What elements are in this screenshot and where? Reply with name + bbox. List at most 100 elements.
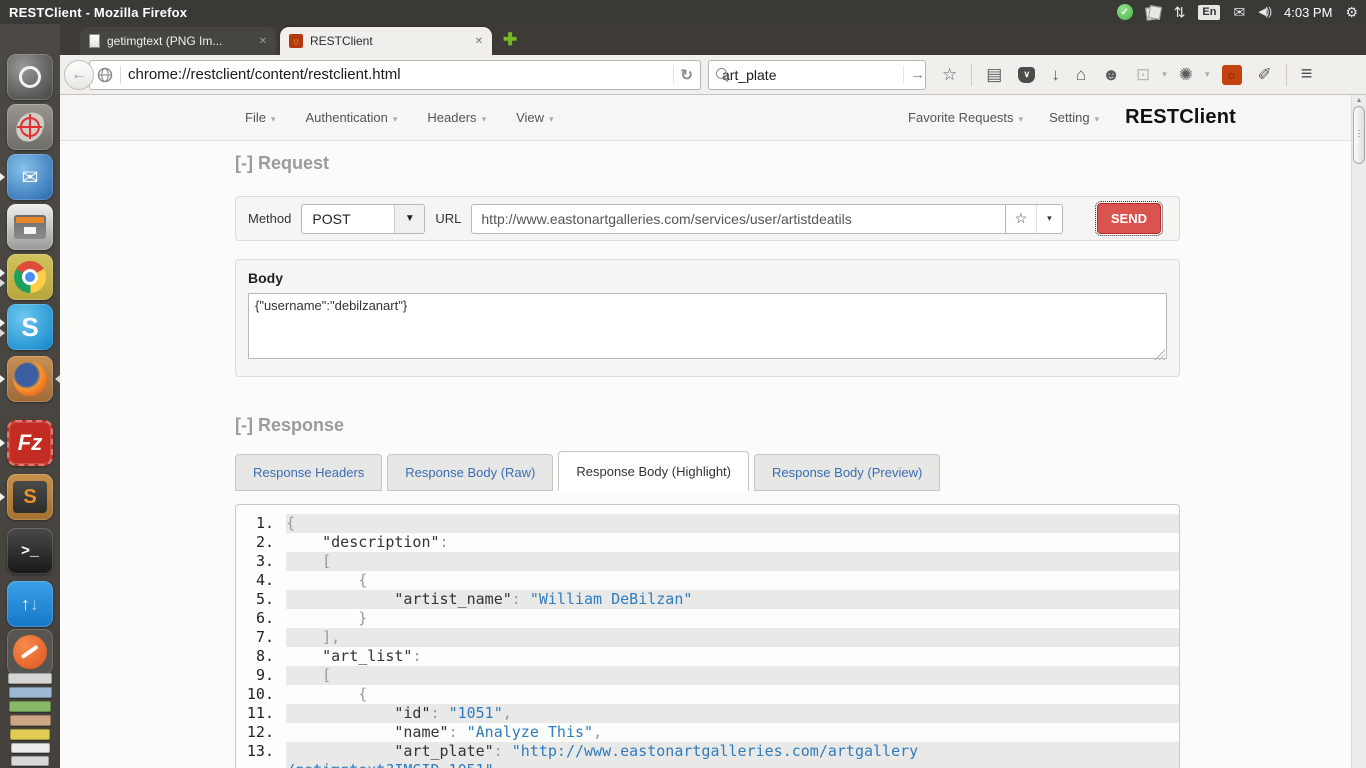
focused-app-arrow [55, 375, 60, 383]
running-pip [0, 375, 5, 383]
code-line: 2. "description": [236, 533, 1179, 552]
vertical-scrollbar[interactable]: ▲ [1351, 95, 1366, 768]
response-tabs: Response Headers Response Body (Raw) Res… [235, 451, 1180, 491]
chevron-down-icon[interactable]: ▾ [1036, 205, 1062, 233]
method-label: Method [248, 211, 291, 226]
scrollbar-thumb[interactable] [1353, 106, 1365, 164]
chevron-down-icon: ▾ [271, 114, 276, 124]
code-line: 11. "id": "1051", [236, 704, 1179, 723]
favorite-star-icon[interactable]: ☆ [1006, 205, 1036, 233]
url-input[interactable] [128, 66, 673, 83]
select-caret-icon[interactable]: ▼ [394, 205, 424, 233]
code-line: 9. [ [236, 666, 1179, 685]
menu-setting[interactable]: Setting▾ [1049, 110, 1099, 125]
tab-response-body-highlight[interactable]: Response Body (Highlight) [558, 451, 749, 491]
tab-response-body-raw[interactable]: Response Body (Raw) [387, 454, 553, 491]
globe-icon [97, 67, 113, 83]
clipboard-icon[interactable]: ▤ [978, 66, 1010, 83]
system-tray: ✓ ⇅ En ✉ ◀)) 4:03 PM ⚙ [1117, 4, 1366, 20]
code-rows: 1.{2. "description":3. [4. {5. "artist_n… [236, 514, 1179, 768]
clock[interactable]: 4:03 PM [1284, 5, 1332, 20]
network-arrows-icon[interactable]: ⇅ [1174, 5, 1186, 19]
running-pip [0, 439, 5, 447]
tab-response-body-preview[interactable]: Response Body (Preview) [754, 454, 940, 491]
window-stack-icon[interactable] [7, 670, 53, 768]
back-button[interactable]: ← [64, 60, 94, 90]
divider [1286, 64, 1287, 86]
chevron-down-icon[interactable]: ▾ [1158, 70, 1171, 79]
firefox-tab-bar: getimgtext (PNG Im... ✕ ☼ RESTClient ✕ ✚ [60, 24, 1366, 55]
menu-view[interactable]: View▾ [516, 110, 553, 125]
thunderbird-icon[interactable]: ✉ [7, 154, 53, 200]
send-button[interactable]: SEND [1097, 203, 1161, 234]
method-select[interactable]: POST ▼ [301, 204, 425, 234]
divider [971, 64, 972, 86]
feedback-smiley-icon[interactable]: ☻ [1094, 66, 1128, 83]
request-url-group: ☆ ▾ [471, 204, 1062, 234]
code-line: 5. "artist_name": "William DeBilzan" [236, 590, 1179, 609]
chrome-icon[interactable] [7, 254, 53, 300]
skype-status-icon[interactable]: ✓ [1117, 4, 1133, 20]
pen-tool-icon[interactable]: ✐ [1250, 66, 1280, 83]
scroll-up-icon[interactable]: ▲ [1352, 95, 1366, 104]
network-transfer-icon[interactable]: ↑↓ [7, 581, 53, 627]
restclient-page: [-] Request Method POST ▼ URL ☆ ▾ [60, 141, 1366, 768]
search-bar[interactable]: → [708, 60, 926, 90]
session-gear-icon[interactable]: ⚙ [1345, 5, 1358, 19]
response-section-title[interactable]: [-] Response [235, 415, 1180, 436]
menu-headers[interactable]: Headers▾ [427, 110, 486, 125]
sublime-text-icon[interactable]: S [7, 474, 53, 520]
menu-authentication[interactable]: Authentication▾ [305, 110, 397, 125]
keyboard-layout-indicator[interactable]: En [1198, 5, 1220, 20]
chevron-down-icon[interactable]: ▾ [1201, 70, 1214, 79]
code-line: /getimgtext?IMGID=1051", [236, 761, 1179, 768]
home-icon[interactable]: ⌂ [1068, 66, 1094, 83]
search-go-icon[interactable]: → [903, 66, 925, 83]
terminal-icon[interactable]: >_ [7, 528, 53, 574]
volume-icon[interactable]: ◀)) [1258, 7, 1271, 18]
screenshot-target-icon[interactable] [7, 104, 53, 150]
stack-item [8, 673, 52, 684]
tab-close-icon[interactable]: ✕ [259, 36, 267, 47]
search-input[interactable] [722, 67, 903, 83]
sublime-logo: S [13, 481, 47, 513]
url-bar[interactable]: ↻ [89, 60, 701, 90]
code-line: 12. "name": "Analyze This", [236, 723, 1179, 742]
running-pip [0, 319, 5, 327]
body-textarea[interactable] [248, 293, 1167, 359]
pocket-icon[interactable]: ∨ [1018, 67, 1035, 83]
file-archive-icon[interactable] [7, 204, 53, 250]
menu-favorite-requests[interactable]: Favorite Requests▾ [908, 110, 1023, 125]
restclient-favicon: ☼ [289, 34, 303, 48]
restclient-menu-bar: File▾ Authentication▾ Headers▾ View▾ Fav… [60, 95, 1366, 141]
menu-hamburger-icon[interactable]: ≡ [1293, 63, 1321, 86]
tab-close-icon[interactable]: ✕ [475, 36, 483, 47]
running-pip [0, 279, 5, 287]
new-tab-button[interactable]: ✚ [503, 30, 517, 50]
bookmark-star-icon[interactable]: ☆ [934, 66, 965, 83]
ubuntu-logo [19, 66, 41, 88]
tab-restclient[interactable]: ☼ RESTClient ✕ [280, 27, 492, 55]
code-line: 4. { [236, 571, 1179, 590]
request-section-title[interactable]: [-] Request [235, 153, 1180, 174]
mail-icon[interactable]: ✉ [1233, 5, 1245, 19]
ubuntu-top-panel: RESTClient - Mozilla Firefox ✓ ⇅ En ✉ ◀)… [0, 0, 1366, 24]
restclient-addon-icon[interactable]: ☼ [1222, 65, 1242, 85]
crop-tool-icon[interactable]: ⊡ [1128, 66, 1158, 83]
firefox-icon[interactable] [7, 356, 53, 402]
chevron-down-icon: ▾ [393, 114, 398, 124]
download-icon[interactable]: ↓ [1043, 66, 1068, 83]
filezilla-icon[interactable]: Fz [7, 420, 53, 466]
reload-icon[interactable]: ↻ [673, 66, 693, 84]
body-panel: Body [235, 259, 1180, 377]
menu-file[interactable]: File▾ [245, 110, 275, 125]
request-url-input[interactable] [471, 204, 1004, 234]
chevron-down-icon: ▾ [1095, 114, 1100, 124]
addon-flower-icon[interactable]: ✺ [1171, 66, 1201, 83]
ubuntu-dash-icon[interactable] [7, 54, 53, 100]
notes-icon[interactable] [1146, 6, 1161, 19]
postman-icon[interactable] [7, 629, 53, 675]
skype-icon[interactable]: S [7, 304, 53, 350]
tab-response-headers[interactable]: Response Headers [235, 454, 382, 491]
tab-getimgtext[interactable]: getimgtext (PNG Im... ✕ [80, 27, 276, 55]
